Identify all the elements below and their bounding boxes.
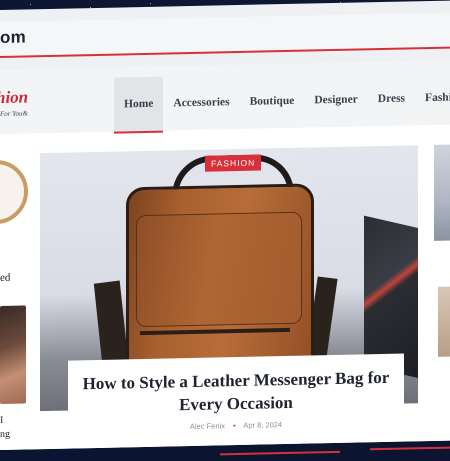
bag-flap (136, 211, 302, 328)
round-product-image[interactable] (0, 159, 28, 225)
featured-post-title[interactable]: How to Style a Leather Messenger Bag for… (76, 366, 396, 419)
left-post-title-fragment[interactable]: ed (0, 272, 10, 284)
left-line-1: I (0, 414, 4, 426)
main-nav: Home Accessories Boutique Designer Dress… (114, 70, 450, 134)
address-bar[interactable]: om (0, 12, 450, 58)
browser-window: om hion For You& Home Accessories Boutiq… (0, 0, 450, 456)
meta-separator-icon: • (233, 421, 236, 431)
nav-boutique[interactable]: Boutique (240, 74, 305, 129)
post-author[interactable]: Alec Fenix (190, 421, 225, 431)
nav-dress[interactable]: Dress (368, 71, 415, 126)
website: hion For You& Home Accessories Boutique … (0, 60, 450, 456)
site-header: hion For You& Home Accessories Boutique … (0, 60, 450, 134)
post-meta: Alec Fenix • Apr 8, 2024 (68, 418, 404, 434)
left-post-title-fragment-2[interactable]: I ng (0, 414, 10, 442)
featured-post-caption: How to Style a Leather Messenger Bag for… (68, 353, 404, 443)
left-post-thumbnail[interactable] (0, 305, 26, 404)
nav-accessories[interactable]: Accessories (163, 75, 239, 131)
url-text[interactable]: om (0, 27, 26, 48)
site-tagline: For You& (0, 109, 28, 118)
category-badge[interactable]: FASHION (205, 154, 262, 172)
nav-fashion[interactable]: Fashion (415, 70, 450, 125)
right-post-thumbnail-2[interactable] (438, 286, 450, 357)
site-logo[interactable]: hion (0, 87, 28, 108)
left-line-2: ng (0, 428, 10, 440)
nav-home[interactable]: Home (114, 76, 164, 134)
post-date: Apr 8, 2024 (243, 420, 283, 430)
right-post-thumbnail[interactable] (434, 144, 450, 241)
nav-designer[interactable]: Designer (304, 72, 367, 127)
divider (220, 450, 340, 456)
